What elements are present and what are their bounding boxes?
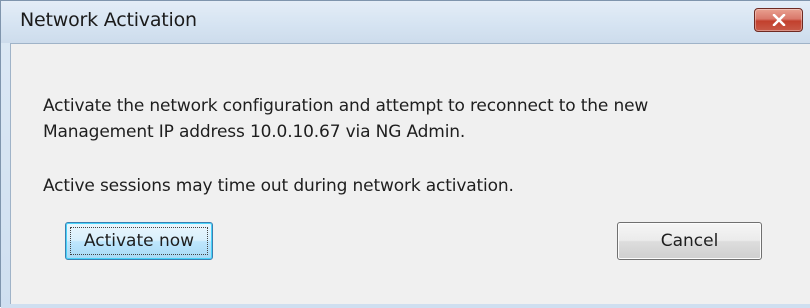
- title-bar[interactable]: Network Activation: [1, 1, 810, 43]
- window-title: Network Activation: [20, 9, 197, 31]
- message-line-3: Active sessions may time out during netw…: [43, 176, 514, 196]
- message-line-1: Activate the network configuration and a…: [43, 96, 649, 116]
- cancel-button[interactable]: Cancel: [617, 222, 762, 260]
- activate-now-label: Activate now: [83, 231, 195, 251]
- activate-now-button[interactable]: Activate now: [65, 222, 213, 260]
- close-icon: [772, 14, 786, 26]
- message-line-2: Management IP address 10.0.10.67 via NG …: [43, 122, 466, 142]
- dialog-window: Network Activation Activate the network …: [0, 0, 810, 308]
- cancel-label: Cancel: [660, 231, 719, 251]
- dialog-body: Activate the network configuration and a…: [10, 43, 810, 308]
- close-button[interactable]: [754, 8, 803, 32]
- window-bottom-frame: [1, 304, 810, 308]
